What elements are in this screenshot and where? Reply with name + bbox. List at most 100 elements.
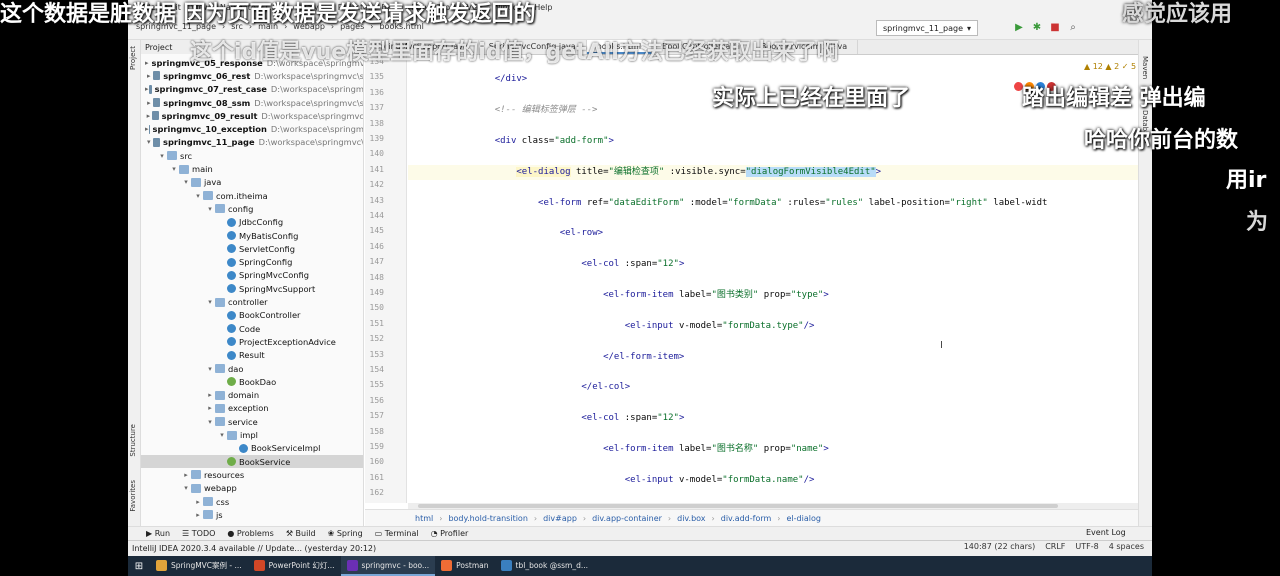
tree-row[interactable]: ▾ controller <box>141 295 363 308</box>
structure-tool-tab[interactable]: Structure <box>129 424 137 457</box>
tree-row[interactable]: ▾ springmvc_11_page D:\workspace\springmvc… <box>141 136 363 149</box>
code-line[interactable] <box>408 211 1138 226</box>
breadcrumb-item[interactable]: div.app-container <box>592 514 662 523</box>
status-message[interactable]: IntelliJ IDEA 2020.3.4 available // Upda… <box>132 544 376 553</box>
breadcrumb-item[interactable]: el-dialog <box>787 514 821 523</box>
tree-row[interactable]: ▸ css <box>141 495 363 508</box>
tool-window-button[interactable]: ▶ Run <box>146 529 170 538</box>
collapse-arrow-icon[interactable]: ▸ <box>193 511 203 519</box>
expand-arrow-icon[interactable]: ▾ <box>193 192 203 200</box>
tool-window-button[interactable]: ☰ TODO <box>182 529 215 538</box>
tree-row[interactable]: ▾ src <box>141 149 363 162</box>
tree-row[interactable]: SpringMvcConfig <box>141 269 363 282</box>
indent-setting[interactable]: 4 spaces <box>1109 542 1144 551</box>
run-config-select[interactable]: springmvc_11_page ▾ <box>876 20 979 36</box>
taskbar-item[interactable]: springmvc - boo... <box>340 556 436 576</box>
code-editor[interactable]: </div> <!-- 编辑标签弹层 --> <div class="add-f… <box>408 55 1138 503</box>
taskbar-item[interactable]: PowerPoint 幻灯... <box>248 556 341 576</box>
expand-arrow-icon[interactable]: ▾ <box>169 165 179 173</box>
tree-row[interactable]: ▸ springmvc_06_rest D:\workspace\springmvc… <box>141 69 363 82</box>
code-line[interactable] <box>408 303 1138 318</box>
breadcrumb-item[interactable]: html <box>415 514 433 523</box>
search-icon[interactable]: ⌕ <box>1066 21 1080 35</box>
tree-row[interactable]: ProjectExceptionAdvice <box>141 335 363 348</box>
tree-row[interactable]: ▸ springmvc_09_result D:\workspace\springm… <box>141 109 363 122</box>
tree-row[interactable]: ▸ springmvc_07_rest_case D:\workspace\spri… <box>141 83 363 96</box>
tree-row[interactable]: SpringConfig <box>141 256 363 269</box>
windows-start-icon[interactable]: ⊞ <box>128 556 150 576</box>
maven-tool-tab[interactable]: Maven <box>1141 56 1149 79</box>
collapse-arrow-icon[interactable]: ▸ <box>205 404 215 412</box>
tree-row[interactable]: BookController <box>141 309 363 322</box>
code-line[interactable]: <el-form-item label="图书名称" prop="name"> <box>408 442 1138 457</box>
collapse-arrow-icon[interactable]: ▸ <box>205 391 215 399</box>
code-line[interactable] <box>408 396 1138 411</box>
menu-item[interactable]: Help <box>534 3 552 12</box>
tool-window-button[interactable]: ● Problems <box>227 529 273 538</box>
inspection-widget[interactable]: ▲ 12 ▲ 2 ✓ 5 <box>1084 62 1136 71</box>
code-line[interactable] <box>408 149 1138 164</box>
collapse-arrow-icon[interactable]: ▸ <box>181 471 191 479</box>
tree-row[interactable]: MyBatisConfig <box>141 229 363 242</box>
code-line[interactable]: <el-form-item label="图书类别" prop="type"> <box>408 288 1138 303</box>
code-line[interactable]: </el-form-item> <box>408 350 1138 365</box>
expand-arrow-icon[interactable]: ▾ <box>145 138 153 146</box>
tree-row[interactable]: BookServiceImpl <box>141 442 363 455</box>
expand-arrow-icon[interactable]: ▾ <box>205 205 215 213</box>
taskbar-item[interactable]: SpringMVC案例 - ... <box>150 556 248 576</box>
collapse-arrow-icon[interactable]: ▸ <box>145 85 149 93</box>
tree-row[interactable]: SpringMvcSupport <box>141 282 363 295</box>
tree-row[interactable]: ▸ exception <box>141 402 363 415</box>
collapse-arrow-icon[interactable]: ▸ <box>145 112 152 120</box>
breadcrumb-item[interactable]: div#app <box>543 514 577 523</box>
tree-row[interactable]: ▾ webapp <box>141 482 363 495</box>
expand-arrow-icon[interactable]: ▾ <box>181 484 191 492</box>
tool-window-button[interactable]: ▭ Terminal <box>375 529 419 538</box>
code-line[interactable] <box>408 273 1138 288</box>
code-line[interactable]: <el-input v-model="formData.name"/> <box>408 473 1138 488</box>
code-line[interactable] <box>408 119 1138 134</box>
tree-row[interactable]: ▾ com.itheima <box>141 189 363 202</box>
tree-row[interactable]: ▾ config <box>141 202 363 215</box>
code-line[interactable]: <el-form ref="dataEditForm" :model="form… <box>408 196 1138 211</box>
tree-row[interactable]: ▸ domain <box>141 389 363 402</box>
tool-window-button[interactable]: ◔ Profiler <box>431 529 469 538</box>
project-tree-title[interactable]: Project <box>145 43 172 52</box>
expand-arrow-icon[interactable]: ▾ <box>157 152 167 160</box>
tree-row[interactable]: ▾ java <box>141 176 363 189</box>
code-line[interactable] <box>408 180 1138 195</box>
tool-window-button[interactable]: ❀ Spring <box>328 529 363 538</box>
tool-window-button[interactable]: ⚒ Build <box>286 529 316 538</box>
tree-row[interactable]: ServletConfig <box>141 242 363 255</box>
expand-arrow-icon[interactable]: ▾ <box>205 418 215 426</box>
project-tool-tab[interactable]: Project <box>129 46 137 70</box>
tree-row[interactable]: Result <box>141 349 363 362</box>
scrollbar-thumb[interactable] <box>418 504 1058 508</box>
collapse-arrow-icon[interactable]: ▸ <box>145 125 149 133</box>
breadcrumb-item[interactable]: body.hold-transition <box>448 514 527 523</box>
breadcrumb-item[interactable]: div.add-form <box>721 514 772 523</box>
tree-row[interactable]: Code <box>141 322 363 335</box>
event-log-button[interactable]: Event Log <box>1086 528 1126 537</box>
taskbar-item[interactable]: tbl_book @ssm_d... <box>495 556 594 576</box>
favorites-tool-tab[interactable]: Favorites <box>129 480 137 512</box>
tree-row[interactable]: ▾ dao <box>141 362 363 375</box>
caret-position[interactable]: 140:87 (22 chars) <box>964 542 1035 551</box>
expand-arrow-icon[interactable]: ▾ <box>217 431 227 439</box>
expand-arrow-icon[interactable]: ▾ <box>181 178 191 186</box>
code-line[interactable]: </el-col> <box>408 380 1138 395</box>
code-line[interactable] <box>408 488 1138 503</box>
tree-row[interactable]: ▸ js <box>141 508 363 521</box>
code-line[interactable]: <el-row> <box>408 226 1138 241</box>
code-line[interactable] <box>408 457 1138 472</box>
tree-row[interactable]: ▸ springmvc_10_exception D:\workspace\spri… <box>141 123 363 136</box>
code-line[interactable]: <div class="add-form"> <box>408 134 1138 149</box>
tree-row[interactable]: BookService <box>141 455 363 469</box>
run-icon[interactable]: ▶ <box>1012 21 1026 35</box>
code-line[interactable] <box>408 365 1138 380</box>
code-line[interactable]: <el-col :span="12"> <box>408 257 1138 272</box>
collapse-arrow-icon[interactable]: ▸ <box>145 99 153 107</box>
code-line[interactable]: <el-input v-model="formData.type"/> <box>408 319 1138 334</box>
code-line[interactable]: <el-col :span="12"> <box>408 411 1138 426</box>
collapse-arrow-icon[interactable]: ▸ <box>193 498 203 506</box>
